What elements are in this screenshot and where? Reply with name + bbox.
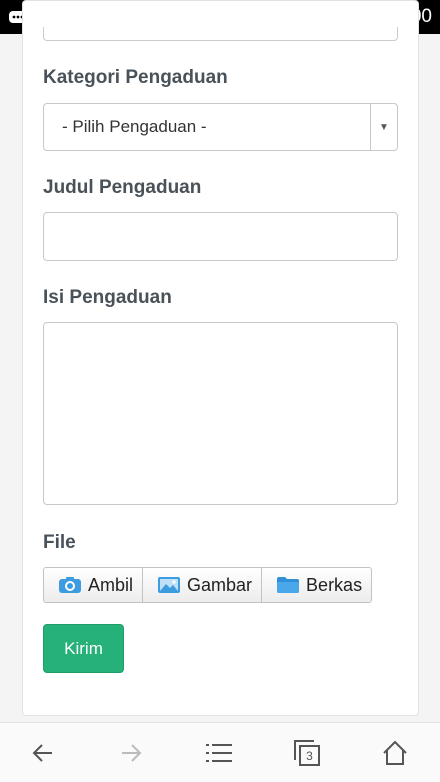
forward-arrow-icon: [122, 744, 142, 762]
image-icon: [158, 577, 181, 593]
home-icon: [383, 740, 407, 765]
browser-nav-bar: 3: [0, 722, 440, 782]
content-label: Isi Pengaduan: [43, 287, 172, 308]
complaint-form-card: Kategori Pengaduan - Pilih Pengaduan - ▼…: [22, 0, 419, 716]
category-select-value: - Pilih Pengaduan -: [62, 117, 207, 136]
tabs-button[interactable]: 3: [291, 737, 323, 769]
content-textarea[interactable]: [43, 322, 398, 505]
pick-file-button[interactable]: Berkas: [261, 568, 371, 602]
submit-button[interactable]: Kirim: [43, 624, 124, 673]
back-button[interactable]: [27, 737, 59, 769]
chevron-down-icon[interactable]: ▼: [370, 104, 397, 150]
file-label: File: [43, 532, 76, 553]
previous-field-edge[interactable]: [43, 27, 398, 41]
title-input[interactable]: [43, 212, 398, 261]
home-button[interactable]: [379, 737, 411, 769]
pick-file-label: Berkas: [306, 574, 363, 595]
take-photo-label: Ambil: [88, 574, 134, 595]
pick-image-button[interactable]: Gambar: [142, 568, 261, 602]
forward-button[interactable]: [115, 737, 147, 769]
title-label: Judul Pengaduan: [43, 177, 202, 198]
pick-image-label: Gambar: [187, 574, 253, 595]
take-photo-button[interactable]: Ambil: [44, 568, 142, 602]
category-label: Kategori Pengaduan: [43, 67, 228, 88]
file-button-group: Ambil Gambar Berkas: [43, 567, 373, 603]
camera-icon: [59, 577, 81, 593]
tabs-count: 3: [299, 745, 320, 766]
tabs-icon: 3: [293, 739, 321, 767]
menu-button[interactable]: [203, 737, 235, 769]
category-select[interactable]: - Pilih Pengaduan - ▼: [43, 103, 398, 151]
folder-icon: [277, 577, 300, 593]
menu-list-icon: [206, 744, 232, 762]
back-arrow-icon: [32, 744, 52, 762]
